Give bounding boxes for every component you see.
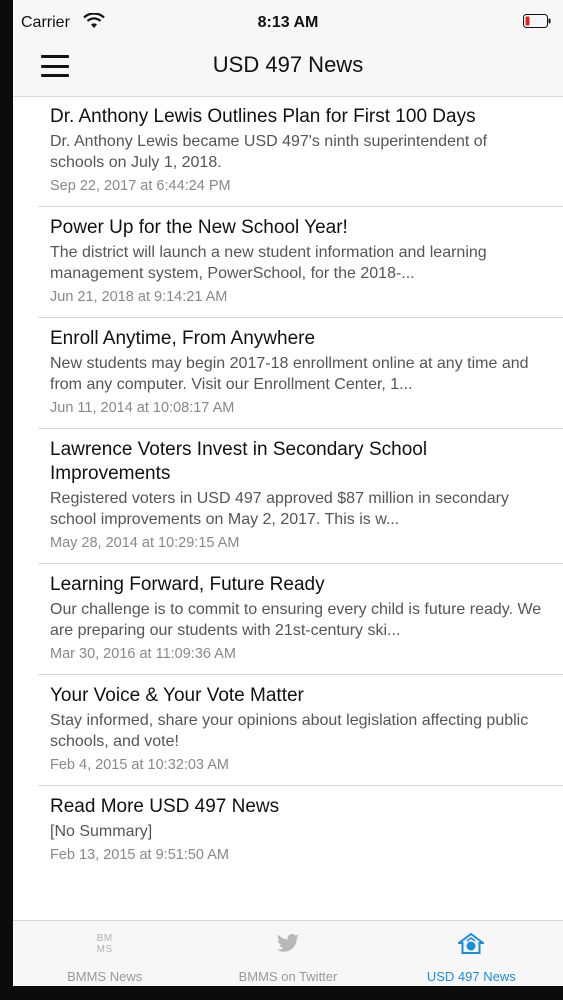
news-summary: New students may begin 2017-18 enrollmen… — [50, 355, 529, 393]
twitter-bird-icon — [276, 934, 299, 952]
news-title: Learning Forward, Future Ready — [50, 574, 325, 595]
news-date: Jun 11, 2014 at 10:08:17 AM — [50, 400, 235, 416]
news-date: Jun 21, 2018 at 9:14:21 AM — [50, 289, 228, 305]
tab-bmms-on-twitter[interactable]: BMMS on Twitter — [196, 921, 379, 987]
tab-usd-497-news[interactable]: USD 497 News — [380, 921, 563, 987]
news-date: Feb 4, 2015 at 10:32:03 AM — [50, 757, 229, 773]
battery-icon — [523, 14, 551, 28]
bmms-logo-icon: BM MS — [97, 933, 113, 955]
news-title: Dr. Anthony Lewis Outlines Plan for Firs… — [50, 106, 476, 127]
news-list[interactable]: Dr. Anthony Lewis Outlines Plan for Firs… — [13, 96, 563, 876]
news-summary: Dr. Anthony Lewis became USD 497's ninth… — [50, 133, 488, 171]
status-bar: Carrier 8:13 AM — [13, 0, 563, 42]
news-list-item[interactable]: Enroll Anytime, From Anywhere New studen… — [13, 318, 563, 429]
news-list-item[interactable]: Lawrence Voters Invest in Secondary Scho… — [13, 429, 563, 564]
app-screen: Carrier 8:13 AM USD 497 News Dr. Anthony… — [13, 0, 563, 1000]
page-title: USD 497 News — [212, 52, 364, 77]
news-list-item[interactable]: Read More USD 497 News [No Summary] Feb … — [13, 786, 563, 876]
bmms-logo-line1: BM — [96, 933, 113, 944]
news-date: Sep 22, 2017 at 6:44:24 PM — [50, 178, 231, 194]
news-summary: Our challenge is to commit to ensuring e… — [50, 601, 542, 639]
news-title: Power Up for the New School Year! — [50, 217, 348, 238]
news-date: Mar 30, 2016 at 11:09:36 AM — [50, 646, 236, 662]
news-title: Lawrence Voters Invest in Secondary Scho… — [50, 439, 428, 484]
device-bottom-edge — [0, 986, 563, 1000]
tab-bmms-news[interactable]: BM MS BMMS News — [13, 921, 196, 987]
news-title: Enroll Anytime, From Anywhere — [50, 328, 316, 349]
bmms-logo-line2: MS — [96, 944, 113, 955]
tab-label: BMMS News — [67, 969, 143, 984]
news-list-item[interactable]: Dr. Anthony Lewis Outlines Plan for Firs… — [13, 96, 563, 207]
news-date: Feb 13, 2015 at 9:51:50 AM — [50, 847, 229, 863]
status-time: 8:13 AM — [257, 14, 319, 31]
news-date: May 28, 2014 at 10:29:15 AM — [50, 535, 240, 551]
news-title: Your Voice & Your Vote Matter — [50, 685, 304, 706]
district-logo-icon — [458, 933, 485, 954]
news-list-item[interactable]: Your Voice & Your Vote Matter Stay infor… — [13, 675, 563, 786]
news-list-item[interactable]: Power Up for the New School Year! The di… — [13, 207, 563, 318]
tab-label: USD 497 News — [426, 969, 516, 984]
news-summary: The district will launch a new student i… — [50, 244, 487, 282]
navigation-bar: USD 497 News — [13, 42, 563, 97]
news-title: Read More USD 497 News — [50, 796, 280, 817]
tab-bar: BM MS BMMS News BMMS on Twitter USD 497 … — [13, 920, 563, 987]
tab-label: BMMS on Twitter — [238, 969, 338, 984]
news-list-item[interactable]: Learning Forward, Future Ready Our chall… — [13, 564, 563, 675]
news-summary: Registered voters in USD 497 approved $8… — [50, 490, 509, 528]
news-summary: [No Summary] — [50, 823, 153, 840]
news-summary: Stay informed, share your opinions about… — [50, 712, 529, 750]
